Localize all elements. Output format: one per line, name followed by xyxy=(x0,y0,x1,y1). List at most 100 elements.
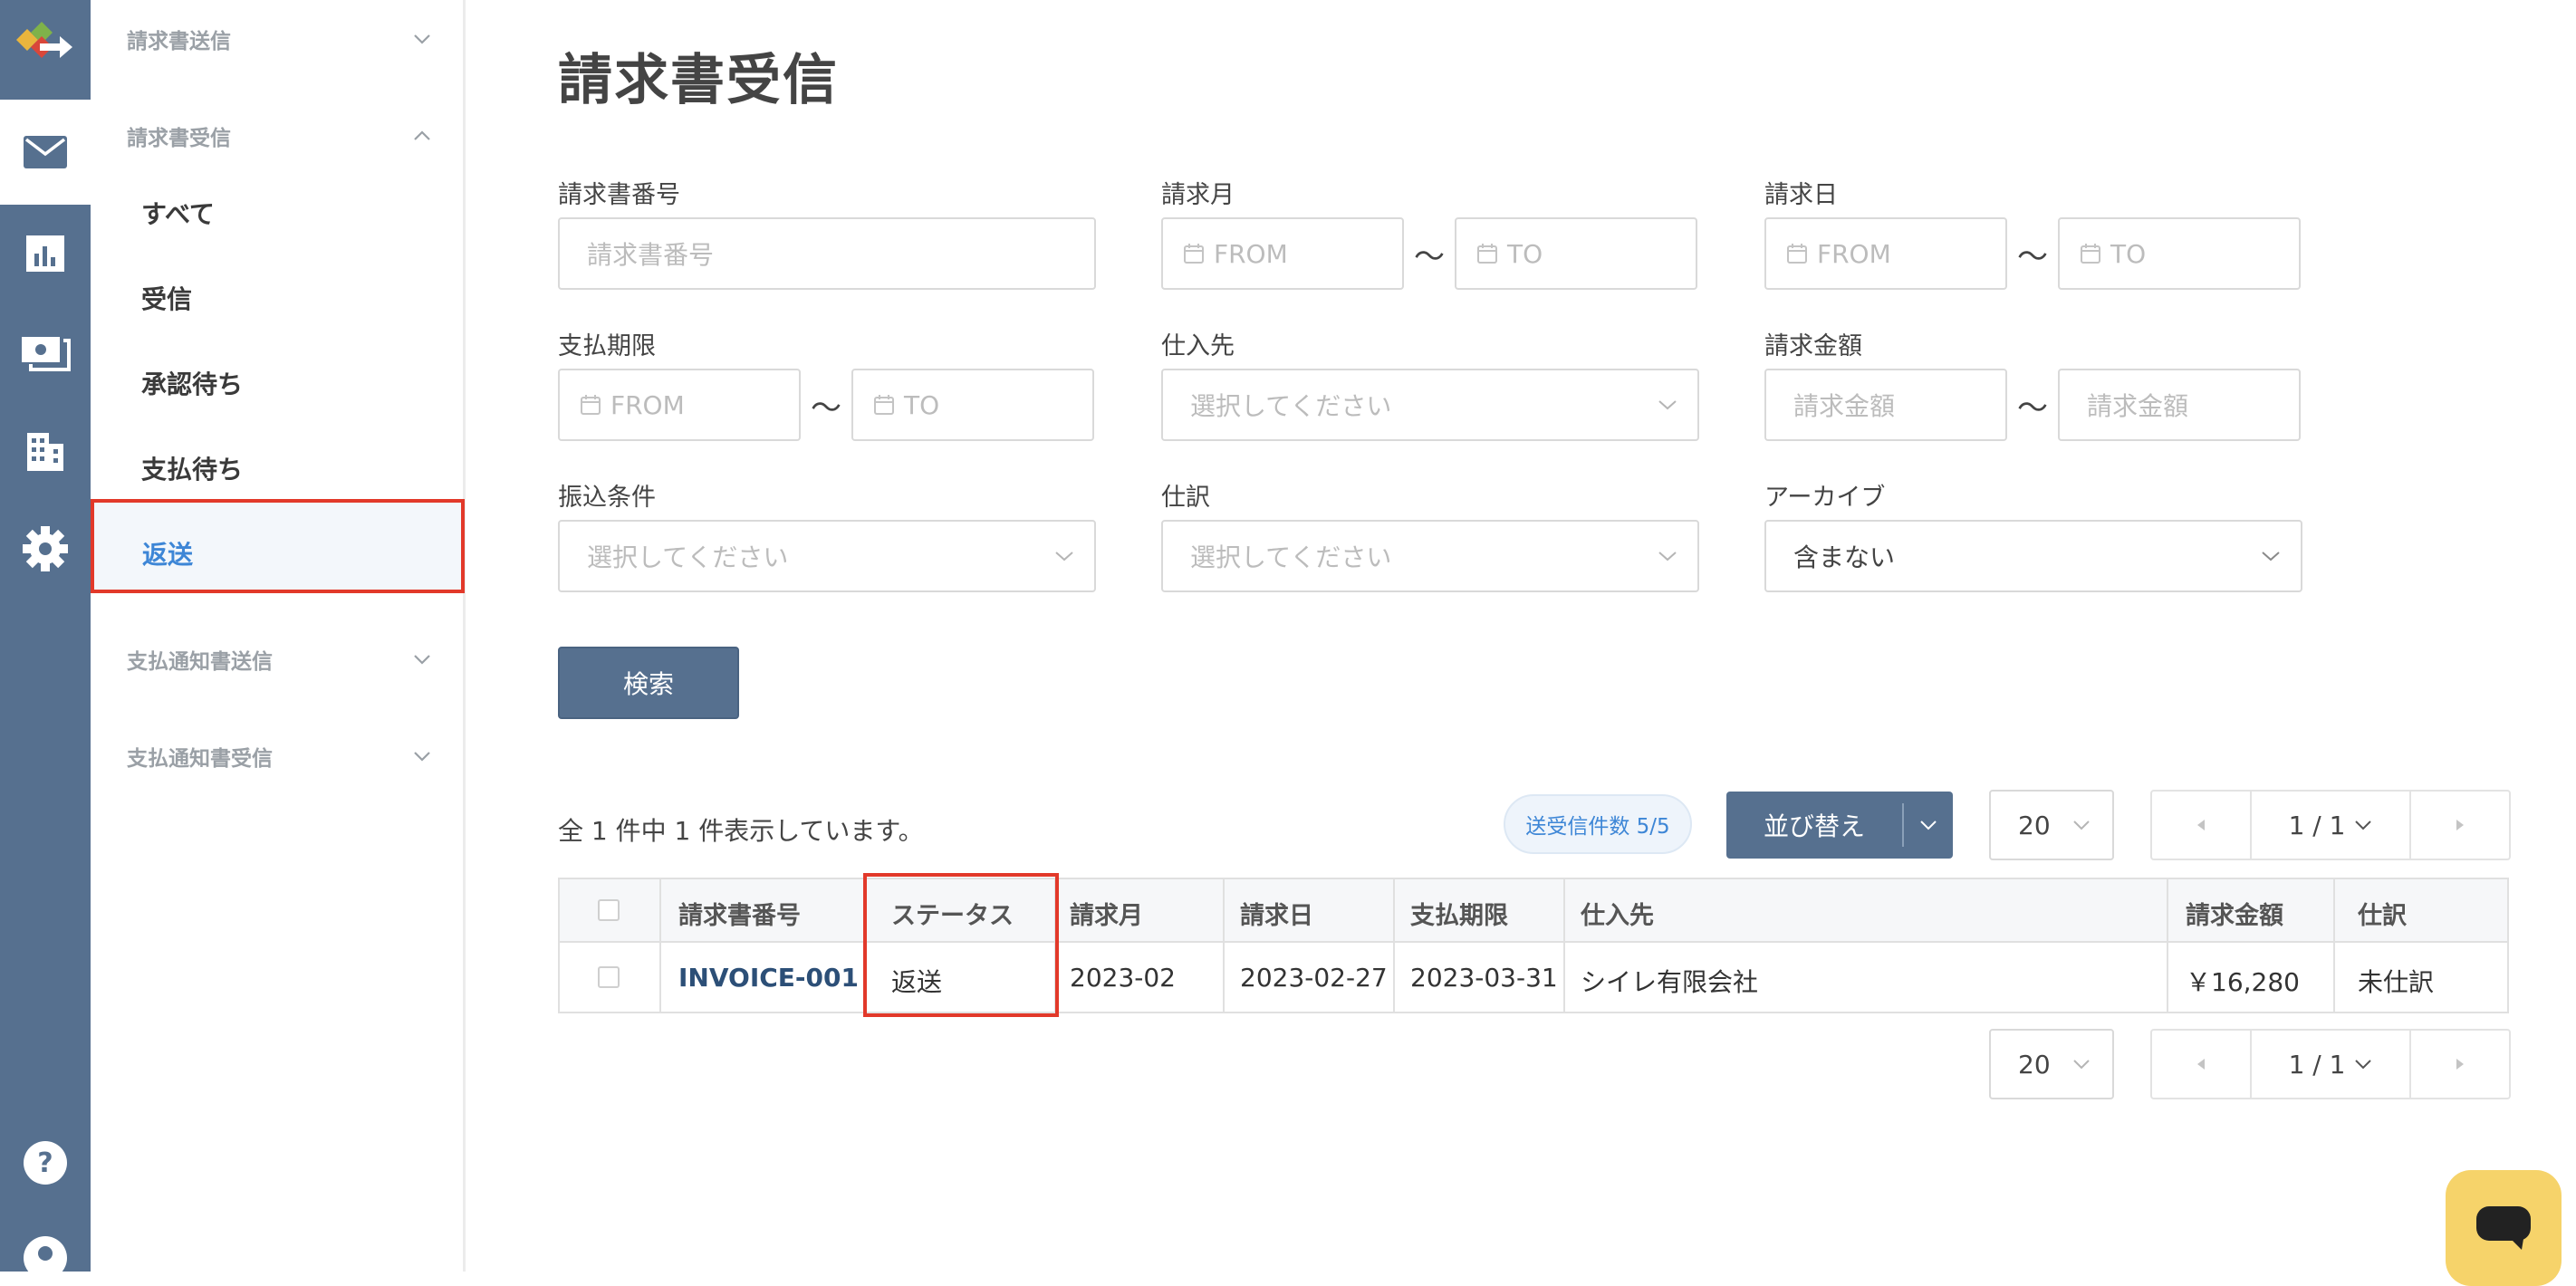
amount-from-input[interactable]: 請求金額 xyxy=(1764,369,2007,441)
journal-select[interactable]: 選択してください xyxy=(1161,520,1699,592)
journal-cell: 未仕訳 xyxy=(2358,967,2435,997)
range-separator: 〜 xyxy=(2017,239,2048,275)
invoice-number-label: 請求書番号 xyxy=(558,181,680,209)
caret-left-icon xyxy=(2197,820,2205,830)
supplier-cell: シイレ有限会社 xyxy=(1581,967,1759,997)
due-date-to-input[interactable]: TO xyxy=(851,369,1094,441)
caret-left-icon xyxy=(2197,1059,2205,1070)
chevron-down-icon xyxy=(414,655,430,665)
chat-button[interactable] xyxy=(2446,1170,2562,1286)
sub-sidebar: 請求書送信 請求書受信 すべて 受信 承認待ち 支払待ち 返送 支払通知書送信 … xyxy=(91,0,466,1272)
gear-icon[interactable] xyxy=(0,522,91,576)
row-checkbox[interactable] xyxy=(598,966,620,988)
supplier-label: 仕入先 xyxy=(1161,332,1235,360)
chevron-down-icon xyxy=(2262,552,2280,561)
calendar-icon xyxy=(1477,244,1497,264)
chevron-down-icon xyxy=(1055,552,1073,561)
col-header-amount[interactable]: 請求金額 xyxy=(2186,896,2283,931)
chevron-down-icon xyxy=(2355,1060,2372,1070)
building-icon[interactable] xyxy=(0,426,91,476)
chat-icon xyxy=(2476,1206,2531,1250)
rail-item-mail[interactable] xyxy=(0,100,91,205)
nav-group-invoice-receive[interactable]: 請求書受信 xyxy=(127,120,435,151)
chevron-down-icon xyxy=(414,34,430,44)
next-page-button[interactable] xyxy=(2411,1031,2509,1098)
col-header-invoice-number[interactable]: 請求書番号 xyxy=(678,896,801,931)
col-header-supplier[interactable]: 仕入先 xyxy=(1581,896,1654,931)
sort-button[interactable]: 並び替え xyxy=(1726,792,1953,859)
sidebar-item-returned[interactable]: 返送 xyxy=(91,499,465,593)
range-separator: 〜 xyxy=(2017,390,2048,427)
sidebar-item-awaiting-approval[interactable]: 承認待ち xyxy=(141,365,243,401)
page-size-select[interactable]: 20 xyxy=(1989,790,2114,860)
supplier-select[interactable]: 選択してください xyxy=(1161,369,1699,441)
sidebar-item-awaiting-payment[interactable]: 支払待ち xyxy=(141,450,243,486)
caret-right-icon xyxy=(2456,820,2464,830)
icon-rail: ? xyxy=(0,0,91,1272)
due-date-from-input[interactable]: FROM xyxy=(558,369,801,441)
nav-group-notice-receive[interactable]: 支払通知書受信 xyxy=(127,741,435,772)
result-count-text: 全 1 件中 1 件表示しています。 xyxy=(558,816,924,846)
billing-date-label: 請求日 xyxy=(1764,181,1838,209)
chevron-up-icon xyxy=(414,130,430,140)
transfer-label: 振込条件 xyxy=(558,484,656,512)
amount-cell: ￥16,280 xyxy=(2186,967,2300,997)
range-separator: 〜 xyxy=(811,390,841,427)
status-column-highlight xyxy=(863,873,1059,1017)
amount-to-input[interactable]: 請求金額 xyxy=(2058,369,2301,441)
chevron-down-icon xyxy=(1658,552,1677,561)
mail-icon xyxy=(0,100,91,205)
nav-group-invoice-send[interactable]: 請求書送信 xyxy=(127,24,435,54)
calendar-icon xyxy=(1184,244,1204,264)
invoice-number-link[interactable]: INVOICE-001 xyxy=(678,963,859,993)
chevron-down-icon xyxy=(414,752,430,762)
chevron-down-icon xyxy=(1658,400,1677,410)
payment-icon[interactable] xyxy=(0,326,91,377)
due-cell: 2023-03-31 xyxy=(1410,963,1558,993)
sidebar-item-label: 返送 xyxy=(142,540,194,570)
chevron-down-icon xyxy=(2073,1060,2090,1070)
caret-right-icon xyxy=(2456,1059,2464,1070)
col-header-month[interactable]: 請求月 xyxy=(1070,896,1143,931)
col-header-due[interactable]: 支払期限 xyxy=(1410,896,1508,931)
sort-dropdown-toggle[interactable] xyxy=(1904,820,1953,830)
page-select[interactable]: 1 / 1 xyxy=(2250,792,2411,859)
chevron-down-icon xyxy=(2073,821,2090,830)
calendar-icon xyxy=(1787,244,1807,264)
calendar-icon xyxy=(874,395,894,415)
user-icon[interactable] xyxy=(0,1235,91,1272)
invoice-number-input[interactable]: 請求書番号 xyxy=(558,217,1096,290)
due-date-label: 支払期限 xyxy=(558,332,656,360)
pagination: 1 / 1 xyxy=(2150,790,2511,860)
calendar-icon xyxy=(581,395,601,415)
page-title: 請求書受信 xyxy=(558,49,839,112)
billing-date-from-input[interactable]: FROM xyxy=(1764,217,2007,290)
chart-icon[interactable] xyxy=(0,228,91,279)
search-button[interactable]: 検索 xyxy=(558,647,739,719)
next-page-button[interactable] xyxy=(2411,792,2509,859)
page-size-select-bottom[interactable]: 20 xyxy=(1989,1029,2114,1099)
month-cell: 2023-02 xyxy=(1070,963,1176,993)
archive-select[interactable]: 含まない xyxy=(1764,520,2302,592)
date-cell: 2023-02-27 xyxy=(1240,963,1388,993)
col-header-date[interactable]: 請求日 xyxy=(1240,896,1313,931)
range-separator: 〜 xyxy=(1414,239,1445,275)
prev-page-button[interactable] xyxy=(2152,1031,2250,1098)
transfer-select[interactable]: 選択してください xyxy=(558,520,1096,592)
help-icon[interactable]: ? xyxy=(0,1136,91,1190)
sidebar-item-received[interactable]: 受信 xyxy=(141,280,192,316)
col-header-journal[interactable]: 仕訳 xyxy=(2358,896,2407,931)
billing-month-to-input[interactable]: TO xyxy=(1455,217,1697,290)
send-count-badge: 送受信件数 5/5 xyxy=(1504,794,1692,854)
sidebar-item-all[interactable]: すべて xyxy=(141,195,215,231)
svg-text:?: ? xyxy=(37,1147,53,1179)
pagination-bottom: 1 / 1 xyxy=(2150,1029,2511,1099)
select-all-checkbox[interactable] xyxy=(598,899,620,921)
app-logo[interactable] xyxy=(0,0,91,100)
prev-page-button[interactable] xyxy=(2152,792,2250,859)
calendar-icon xyxy=(2081,244,2100,264)
page-select[interactable]: 1 / 1 xyxy=(2250,1031,2411,1098)
billing-date-to-input[interactable]: TO xyxy=(2058,217,2301,290)
billing-month-from-input[interactable]: FROM xyxy=(1161,217,1404,290)
nav-group-notice-send[interactable]: 支払通知書送信 xyxy=(127,644,435,675)
